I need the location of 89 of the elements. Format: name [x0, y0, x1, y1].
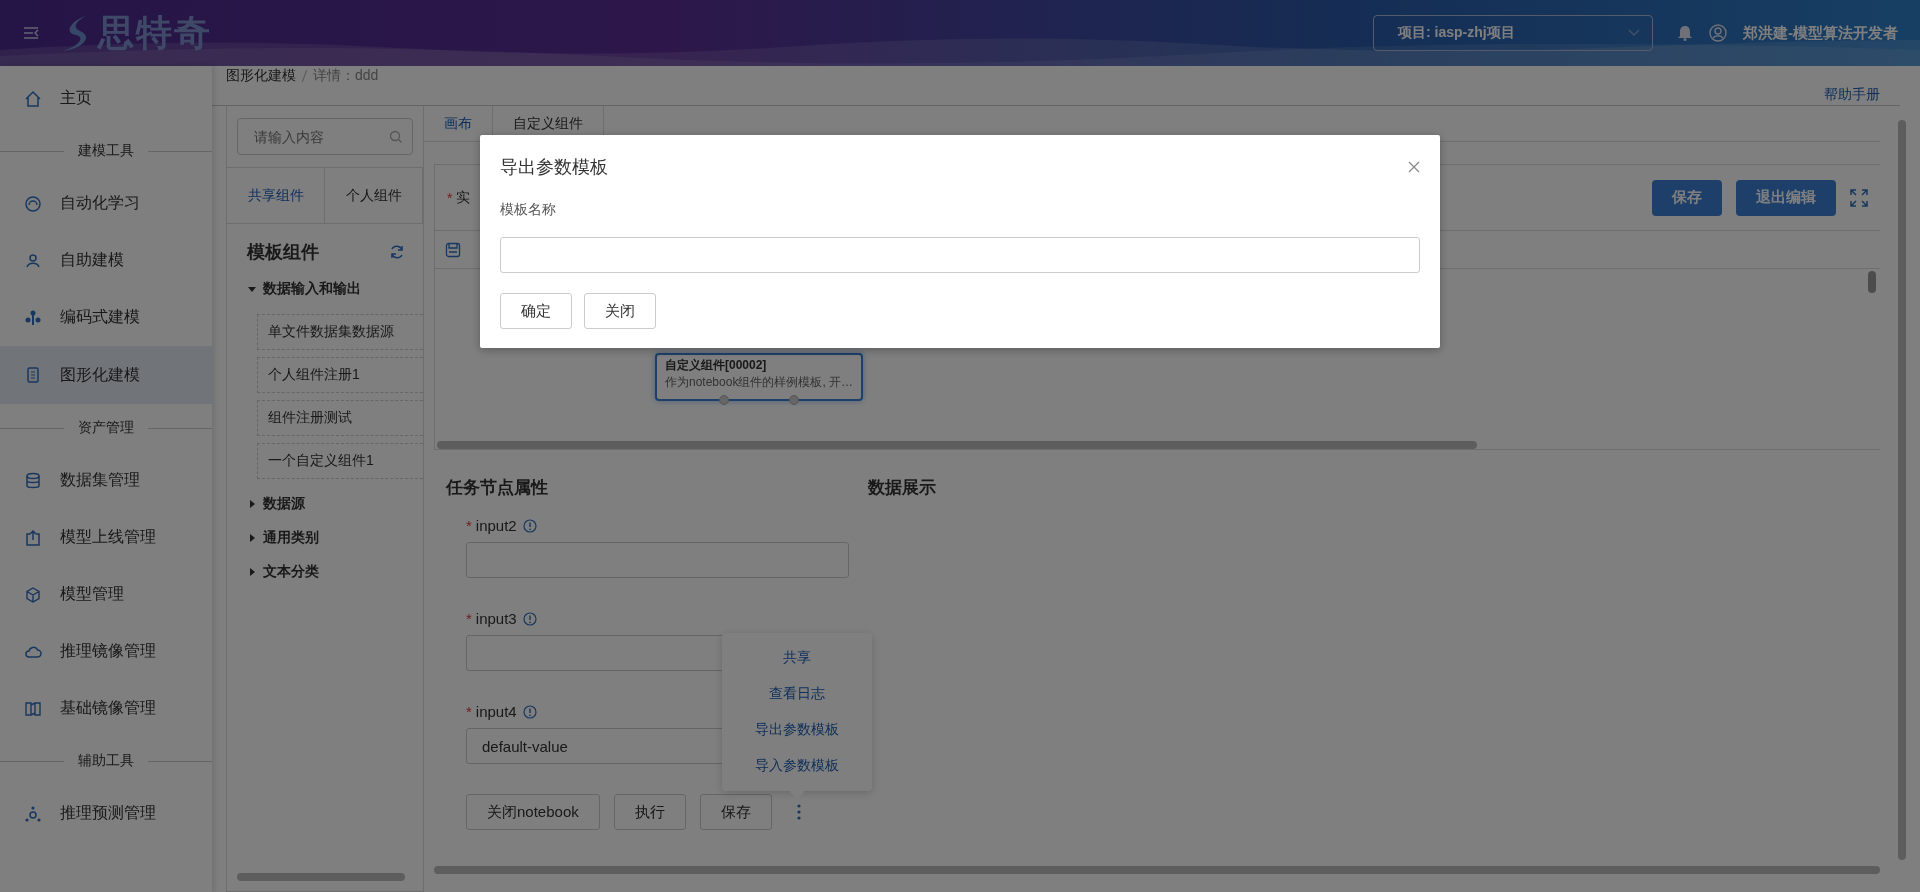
sidebar-item[interactable]: 数据集管理 [0, 452, 212, 509]
sidebar-item[interactable]: 编码式建模 [0, 289, 212, 346]
sidebar-item[interactable]: 模型上线管理 [0, 509, 212, 566]
refresh-icon[interactable] [389, 244, 405, 260]
scrollbar[interactable] [237, 873, 405, 881]
caret-right-icon [247, 499, 257, 509]
more-icon[interactable] [795, 803, 802, 821]
close-icon[interactable] [1408, 161, 1420, 173]
info-icon [522, 518, 537, 533]
tree-node[interactable]: 通用类别 [227, 521, 423, 555]
document-icon [24, 366, 42, 384]
caret-right-icon [247, 567, 257, 577]
network-icon [24, 308, 42, 327]
gauge-icon [24, 194, 42, 213]
menu-icon[interactable] [22, 25, 40, 41]
sidebar-item[interactable]: 模型管理 [0, 566, 212, 623]
section-title: 任务节点属性 [446, 477, 549, 499]
button[interactable]: 关闭 [584, 293, 656, 329]
project-select[interactable]: 项目: iasp-zhj项目 [1373, 15, 1653, 51]
sidebar-item[interactable]: 推理镜像管理 [0, 623, 212, 680]
field-label: 模板名称 [500, 201, 557, 219]
cube-icon [24, 585, 42, 604]
user-icon[interactable] [1709, 24, 1727, 42]
input-field[interactable] [466, 542, 849, 578]
field-label: input3 [475, 610, 517, 627]
button[interactable]: 关闭notebook [466, 794, 600, 830]
sidebar-item[interactable]: 基础镜像管理 [0, 680, 212, 737]
section-label: 资产管理 [64, 419, 148, 437]
tree-node[interactable]: 数据输入和输出 [227, 272, 423, 306]
primary-button[interactable]: 保存 [1652, 179, 1722, 216]
scrollbar[interactable] [1898, 120, 1906, 860]
field-label: input2 [475, 517, 517, 534]
button[interactable]: 保存 [699, 794, 772, 830]
primary-button[interactable]: 退出编辑 [1736, 179, 1836, 216]
section-label: 建模工具 [64, 142, 148, 160]
home-icon [24, 89, 42, 108]
sidebar-item[interactable]: 图形化建模 [0, 346, 212, 404]
chevron-down-icon [1628, 29, 1640, 37]
scrollbar[interactable] [437, 441, 1477, 449]
component-item[interactable]: 组件注册测试 [257, 400, 423, 436]
search-icon [389, 130, 403, 144]
tree-node[interactable]: 文本分类 [227, 555, 423, 589]
fullscreen-icon[interactable] [1850, 188, 1868, 207]
breadcrumb-item[interactable]: 图形化建模 [226, 67, 296, 85]
sidebar-item[interactable]: 推理预测管理 [0, 785, 212, 842]
field-label: 实 [456, 188, 471, 207]
sidebar-item[interactable]: 自助建模 [0, 232, 212, 289]
node-title: 自定义组件[00002] [665, 357, 768, 374]
bell-icon[interactable] [1677, 25, 1693, 41]
user-name[interactable]: 郑洪建-模型算法开发者 [1743, 23, 1898, 43]
person-icon [24, 251, 42, 270]
panel-tab[interactable]: 个人组件 [325, 168, 423, 223]
required-mark: * [466, 703, 472, 720]
menu-item[interactable]: 共享 [782, 649, 811, 667]
help-link[interactable]: 帮助手册 [1824, 86, 1880, 105]
required-mark: * [447, 189, 453, 206]
sidebar-item[interactable]: 自动化学习 [0, 175, 212, 232]
component-item[interactable]: 个人组件注册1 [257, 357, 423, 393]
menu-item[interactable]: 查看日志 [768, 685, 825, 703]
node-description: 作为notebook组件的样例模板, 开… [665, 374, 853, 391]
section-title: 数据展示 [868, 477, 936, 499]
upload-icon [24, 528, 42, 547]
button[interactable]: 确定 [500, 293, 572, 329]
port-dot[interactable] [789, 395, 799, 405]
hub-icon [24, 804, 42, 823]
scrollbar[interactable] [1868, 271, 1876, 293]
save-icon[interactable] [445, 241, 461, 258]
dialog-title: 导出参数模板 [500, 156, 608, 179]
tree-node[interactable]: 数据源 [227, 487, 423, 521]
info-icon [522, 704, 537, 719]
component-item[interactable]: 一个自定义组件1 [257, 443, 423, 479]
required-mark: * [466, 610, 472, 627]
required-mark: * [466, 517, 472, 534]
component-item[interactable]: 单文件数据集数据源 [257, 314, 423, 350]
field-label: input4 [475, 703, 517, 720]
section-label: 辅助工具 [64, 752, 148, 770]
search-field[interactable]: 请输入内容 [237, 118, 413, 155]
caret-right-icon [247, 533, 257, 543]
book-icon [24, 699, 42, 718]
database-icon [24, 471, 42, 490]
panel-tab[interactable]: 共享组件 [227, 168, 325, 223]
input-field[interactable] [500, 237, 1420, 273]
button[interactable]: 执行 [613, 794, 686, 830]
sidebar-item[interactable]: 主页 [0, 70, 212, 127]
scrollbar[interactable] [434, 866, 1880, 874]
panel-title: 模板组件 [247, 241, 319, 264]
port-dot[interactable] [719, 395, 729, 405]
caret-down-icon [247, 284, 257, 294]
info-icon [522, 611, 537, 626]
